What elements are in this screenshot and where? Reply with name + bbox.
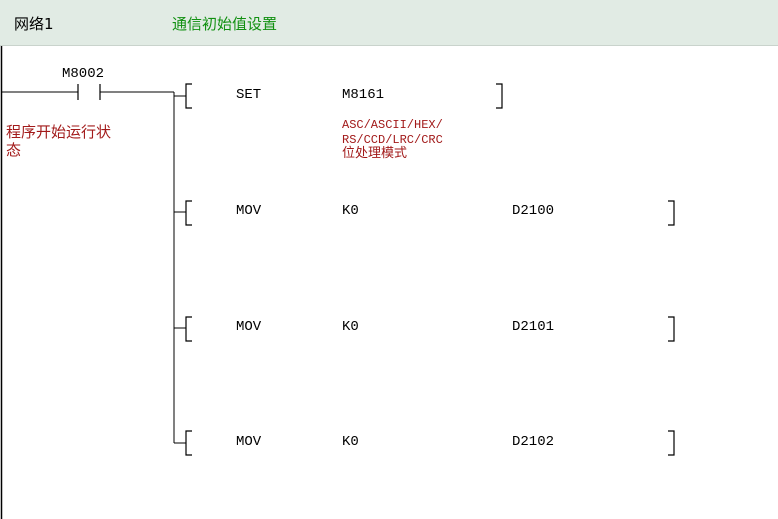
rung-3-operand1: K0 xyxy=(342,319,359,335)
rung-3-right-bracket xyxy=(668,316,675,342)
rung-2-left-bracket xyxy=(185,200,192,226)
contact-comment-line1: 程序开始运行状 xyxy=(6,123,111,141)
rung-2[interactable]: MOV K0 D2100 xyxy=(174,200,675,226)
rung-3-operand2: D2101 xyxy=(512,319,554,335)
rung-2-operand1: K0 xyxy=(342,203,359,219)
rung-4-instruction: MOV xyxy=(236,434,262,450)
rung-1-comment-line3: 位处理模式 xyxy=(342,146,407,161)
rung-4[interactable]: MOV K0 D2102 xyxy=(174,430,675,456)
rung-3-instruction: MOV xyxy=(236,319,262,335)
rung-4-left-bracket xyxy=(185,430,192,456)
rung-1-operand1: M8161 xyxy=(342,87,384,103)
network-label: 网络1 xyxy=(14,15,54,33)
contact-comment-line2: 态 xyxy=(6,141,21,159)
rung-1-instruction: SET xyxy=(236,87,261,103)
rung-1-right-bracket xyxy=(496,83,503,109)
network-comment[interactable]: 通信初始值设置 xyxy=(172,13,277,34)
rung-2-right-bracket xyxy=(668,200,675,226)
rung-3-left-bracket xyxy=(185,316,192,342)
rung-1-left-bracket xyxy=(185,83,192,109)
rung-3[interactable]: MOV K0 D2101 xyxy=(174,316,675,342)
ladder-diagram[interactable]: M8002 程序开始运行状 态 SET M8161 ASC/ASCII/HEX/… xyxy=(0,46,778,519)
network-header[interactable]: 网络1 通信初始值设置 xyxy=(0,0,778,46)
contact-no[interactable] xyxy=(77,84,101,100)
rung-4-right-bracket xyxy=(668,430,675,456)
rung-1[interactable]: SET M8161 ASC/ASCII/HEX/ RS/CCD/LRC/CRC … xyxy=(174,83,503,161)
rung-2-instruction: MOV xyxy=(236,203,262,219)
rung-1-comment-line1: ASC/ASCII/HEX/ xyxy=(342,118,443,132)
rung-4-operand2: D2102 xyxy=(512,434,554,450)
rung-4-operand1: K0 xyxy=(342,434,359,450)
contact-address[interactable]: M8002 xyxy=(62,66,104,82)
rung-1-comment-line2: RS/CCD/LRC/CRC xyxy=(342,133,443,147)
rung-2-operand2: D2100 xyxy=(512,203,554,219)
